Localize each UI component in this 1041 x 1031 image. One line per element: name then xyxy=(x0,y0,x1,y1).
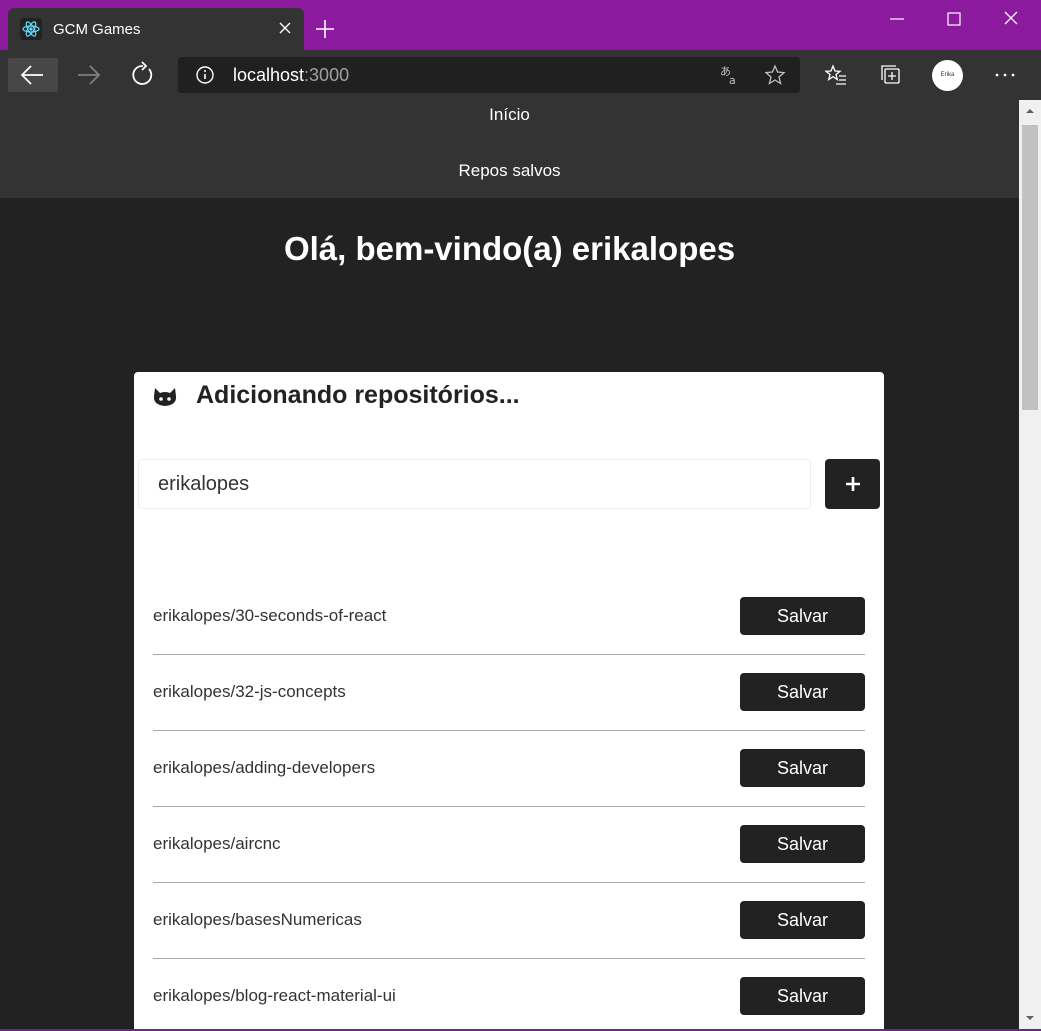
welcome-heading: Olá, bem-vindo(a) erikalopes xyxy=(283,230,736,267)
info-icon[interactable] xyxy=(195,65,215,85)
repo-list-item: erikalopes/basesNumericas Salvar xyxy=(153,883,865,959)
repo-name: erikalopes/32-js-concepts xyxy=(153,682,346,701)
url-text: localhost:3000 xyxy=(233,65,349,86)
repo-list-item: erikalopes/30-seconds-of-react Salvar xyxy=(153,579,865,655)
repo-list-item: erikalopes/adding-developers Salvar xyxy=(153,731,865,807)
maximize-icon[interactable] xyxy=(934,5,974,33)
repo-name: erikalopes/aircnc xyxy=(153,834,281,853)
save-repo-button[interactable]: Salvar xyxy=(740,673,865,711)
scroll-up-icon[interactable] xyxy=(1019,100,1041,122)
arrow-left-icon xyxy=(20,65,43,85)
save-repo-button[interactable]: Salvar xyxy=(740,597,865,635)
browser-titlebar: GCM Games xyxy=(0,0,1041,50)
github-icon xyxy=(153,388,177,406)
scroll-down-icon[interactable] xyxy=(1019,1007,1041,1029)
url-port: :3000 xyxy=(304,65,350,85)
minimize-icon[interactable] xyxy=(877,5,917,33)
site-nav: Início Repos salvos xyxy=(0,100,1019,198)
save-repo-button[interactable]: Salvar xyxy=(740,901,865,939)
save-repo-button[interactable]: Salvar xyxy=(740,977,865,1015)
refresh-button[interactable] xyxy=(118,58,168,92)
repo-name: erikalopes/basesNumericas xyxy=(153,910,362,929)
collections-icon[interactable] xyxy=(879,63,903,87)
back-button[interactable] xyxy=(8,58,58,92)
plus-icon xyxy=(846,477,860,491)
save-repo-button[interactable]: Salvar xyxy=(740,825,865,863)
react-icon xyxy=(20,18,42,40)
page-viewport: Início Repos salvos Olá, bem-vindo(a) er… xyxy=(0,100,1019,1029)
close-tab-icon[interactable] xyxy=(274,17,296,39)
new-tab-icon[interactable] xyxy=(312,16,338,42)
save-repo-button[interactable]: Salvar xyxy=(740,749,865,787)
address-bar[interactable]: localhost:3000 あ a xyxy=(178,57,800,93)
repo-list-item: erikalopes/32-js-concepts Salvar xyxy=(153,655,865,731)
nav-link-saved[interactable]: Repos salvos xyxy=(0,161,1019,181)
close-window-icon[interactable] xyxy=(991,5,1031,33)
nav-link-home[interactable]: Início xyxy=(0,105,1019,125)
scrollbar-thumb[interactable] xyxy=(1022,125,1038,410)
repo-list: erikalopes/30-seconds-of-react Salvar er… xyxy=(153,579,865,1029)
repo-name: erikalopes/30-seconds-of-react xyxy=(153,606,387,625)
page-scrollbar[interactable] xyxy=(1019,100,1041,1029)
browser-toolbar: localhost:3000 あ a Erika xyxy=(0,50,1041,100)
repo-card: Adicionando repositórios... erikalopes/3… xyxy=(134,372,884,1029)
more-icon[interactable] xyxy=(993,63,1017,87)
repo-search-input[interactable] xyxy=(138,459,811,509)
add-repo-button[interactable] xyxy=(825,459,880,509)
arrow-right-icon xyxy=(78,65,101,85)
refresh-icon xyxy=(132,61,153,85)
repo-name: erikalopes/blog-react-material-ui xyxy=(153,986,396,1005)
favorites-icon[interactable] xyxy=(824,63,848,87)
repo-list-item: erikalopes/aircnc Salvar xyxy=(153,807,865,883)
star-icon[interactable] xyxy=(764,64,786,86)
card-title: Adicionando repositórios... xyxy=(196,381,520,409)
url-host: localhost xyxy=(233,65,305,85)
svg-text:a: a xyxy=(729,74,736,86)
repo-name: erikalopes/adding-developers xyxy=(153,758,376,777)
profile-avatar[interactable]: Erika xyxy=(932,60,963,91)
browser-tab[interactable]: GCM Games xyxy=(8,8,304,50)
tab-title: GCM Games xyxy=(53,21,141,38)
translate-icon[interactable]: あ a xyxy=(719,64,741,86)
repo-list-item: erikalopes/blog-react-material-ui Salvar xyxy=(153,959,865,1029)
forward-button[interactable] xyxy=(63,58,113,92)
